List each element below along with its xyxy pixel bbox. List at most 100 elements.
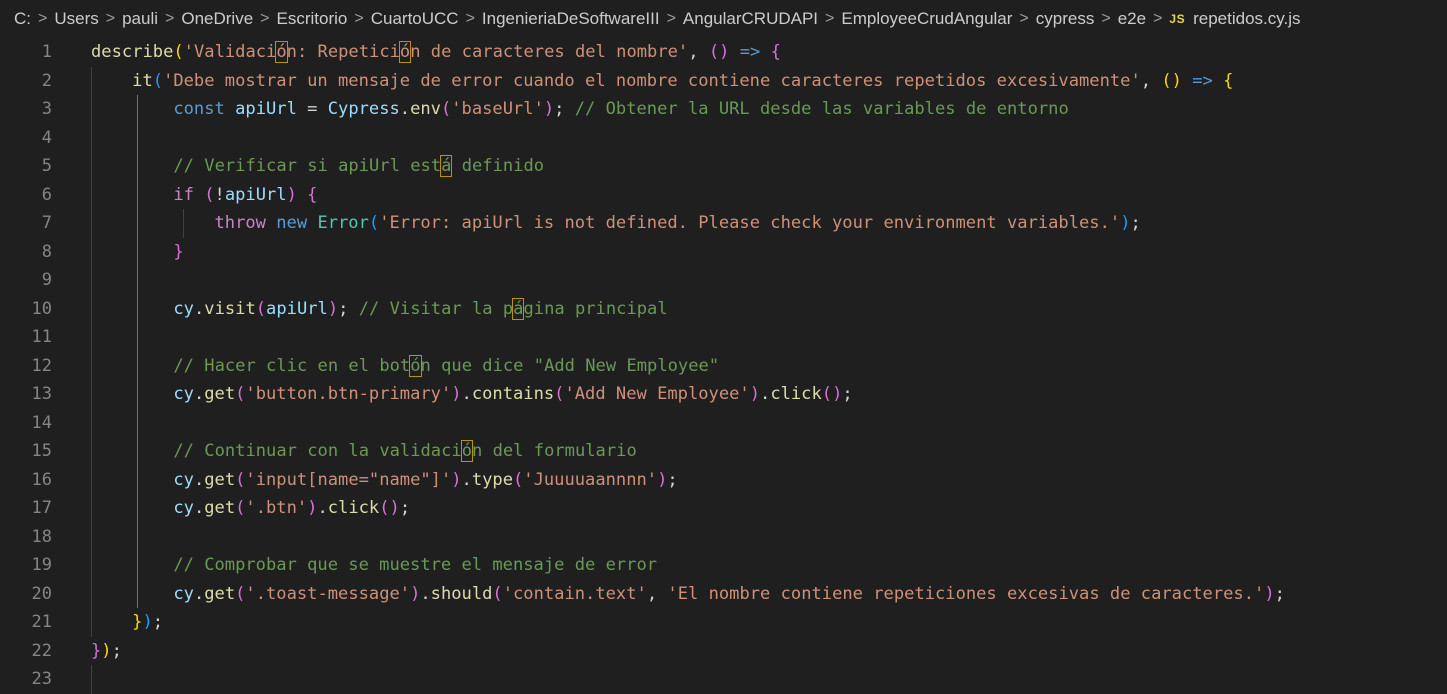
breadcrumb-item[interactable]: EmployeeCrudAngular xyxy=(841,9,1012,29)
code-token: ) xyxy=(410,583,421,604)
code-token: ( xyxy=(152,70,164,91)
code-text: throw new Error('Error: apiUrl is not de… xyxy=(91,209,1141,238)
code-token: => xyxy=(1192,70,1213,91)
code-text: cy.get('.btn').click(); xyxy=(91,494,410,523)
code-line[interactable]: 7 throw new Error('Error: apiUrl is not … xyxy=(0,209,1447,238)
code-token: . xyxy=(193,583,205,604)
code-line[interactable]: 13 cy.get('button.btn-primary').contains… xyxy=(0,380,1447,409)
code-text: it('Debe mostrar un mensaje de error cua… xyxy=(91,67,1233,96)
code-line[interactable]: 12 // Hacer clic en el botón que dice "A… xyxy=(0,352,1447,381)
breadcrumb-item[interactable]: pauli xyxy=(122,9,158,29)
unicode-highlight: ó xyxy=(460,440,474,462)
code-line[interactable]: 4 xyxy=(0,124,1447,153)
code-token: . xyxy=(193,469,205,490)
code-text: }); xyxy=(91,637,122,666)
code-token: ) xyxy=(657,469,668,490)
code-line[interactable]: 3 const apiUrl = Cypress.env('baseUrl');… xyxy=(0,95,1447,124)
breadcrumb-item[interactable]: OneDrive xyxy=(181,9,253,29)
breadcrumb-item[interactable]: Users xyxy=(54,9,98,29)
chevron-right-icon: > xyxy=(105,10,116,27)
breadcrumb-item[interactable]: Escritorio xyxy=(277,9,348,29)
code-token: ( xyxy=(368,213,380,233)
code-token: ; xyxy=(152,612,164,632)
code-token: } xyxy=(132,612,143,632)
code-line[interactable]: 19 // Comprobar que se muestre el mensaj… xyxy=(0,551,1447,580)
line-number: 5 xyxy=(41,156,52,176)
code-line[interactable]: 17 cy.get('.btn').click(); xyxy=(0,494,1447,523)
code-line[interactable]: 9 xyxy=(0,266,1447,295)
code-token: , xyxy=(688,42,699,62)
breadcrumb-file-name: repetidos.cy.js xyxy=(1193,9,1301,28)
code-line[interactable]: 21 }); xyxy=(0,608,1447,637)
code-line[interactable]: 14 xyxy=(0,409,1447,438)
code-token: ) xyxy=(286,184,297,205)
line-number: 3 xyxy=(41,99,52,119)
code-token: 'Add New Employee' xyxy=(564,384,750,404)
line-number: 7 xyxy=(41,213,52,233)
code-token: . xyxy=(760,384,771,404)
breadcrumb-item[interactable]: e2e xyxy=(1118,9,1146,29)
line-number: 2 xyxy=(41,70,52,91)
code-line[interactable]: 22}); xyxy=(0,637,1447,666)
code-token: { xyxy=(770,42,781,62)
code-token: cy xyxy=(173,298,194,319)
chevron-right-icon: > xyxy=(465,10,475,27)
code-token: ( xyxy=(173,42,184,62)
code-token: apiUrl xyxy=(224,184,287,205)
code-token: . xyxy=(461,469,472,490)
breadcrumb-item[interactable]: AngularCRUDAPI xyxy=(683,9,818,29)
chevron-right-icon: > xyxy=(1101,10,1111,27)
breadcrumb-item[interactable]: C: xyxy=(14,9,31,29)
code-line[interactable]: 10 cy.visit(apiUrl); // Visitar la págin… xyxy=(0,295,1447,324)
code-line[interactable]: 11 xyxy=(0,323,1447,352)
code-token: } xyxy=(91,640,102,661)
code-token: '.toast-message' xyxy=(245,583,411,604)
breadcrumb-item[interactable]: cypress xyxy=(1036,9,1095,29)
code-line[interactable]: 18 xyxy=(0,523,1447,552)
code-line[interactable]: 6 if (!apiUrl) { xyxy=(0,181,1447,210)
code-token: 'contain.text' xyxy=(502,583,647,604)
code-token: ) xyxy=(307,498,318,518)
code-token: apiUrl xyxy=(235,99,297,119)
code-token: ) xyxy=(101,640,112,661)
code-token: Error xyxy=(317,213,369,233)
code-editor[interactable]: 1 describe('Validación: Repetición de car… xyxy=(0,38,1447,694)
code-token: () xyxy=(379,498,400,518)
code-text: // Hacer clic en el botón que dice "Add … xyxy=(91,352,719,381)
indent-guide xyxy=(91,66,92,637)
code-token: ) xyxy=(1264,583,1275,604)
breadcrumb-file[interactable]: JS repetidos.cy.js xyxy=(1169,9,1300,29)
code-line[interactable]: 15 // Continuar con la validación del fo… xyxy=(0,437,1447,466)
code-token: () xyxy=(821,384,843,404)
code-line[interactable]: 20 cy.get('.toast-message').should('cont… xyxy=(0,580,1447,609)
code-text: const apiUrl = Cypress.env('baseUrl'); /… xyxy=(91,95,1068,124)
code-token: env xyxy=(410,99,441,119)
breadcrumb-item[interactable]: CuartoUCC xyxy=(371,9,459,29)
breadcrumb-item[interactable]: IngenieriaDeSoftwareIII xyxy=(482,9,660,29)
code-text: cy.get('.toast-message').should('contain… xyxy=(91,580,1285,609)
unicode-highlight: ó xyxy=(398,41,412,63)
code-line[interactable]: 2 it('Debe mostrar un mensaje de error c… xyxy=(0,67,1447,96)
code-token: // Verificar si apiUrl está definido xyxy=(173,155,545,177)
code-token: . xyxy=(461,384,472,404)
code-token: 'baseUrl' xyxy=(451,99,544,119)
code-line[interactable]: 23 xyxy=(0,665,1447,694)
code-token: it xyxy=(132,70,153,91)
code-line[interactable]: 16 cy.get('input[name="name"]').type('Ju… xyxy=(0,466,1447,495)
code-line[interactable]: 8 } xyxy=(0,238,1447,267)
code-line[interactable]: 5 // Verificar si apiUrl está definido xyxy=(0,152,1447,181)
code-token: ) xyxy=(1120,213,1131,233)
code-token: cy xyxy=(173,583,194,604)
code-token: // Visitar la página principal xyxy=(358,297,668,320)
line-number: 22 xyxy=(31,640,52,661)
code-line[interactable]: 1 describe('Validación: Repetición de car… xyxy=(0,38,1447,67)
code-token: contains xyxy=(471,384,555,404)
code-token: { xyxy=(307,184,318,205)
code-token: // Continuar con la validación del formu… xyxy=(173,440,637,462)
